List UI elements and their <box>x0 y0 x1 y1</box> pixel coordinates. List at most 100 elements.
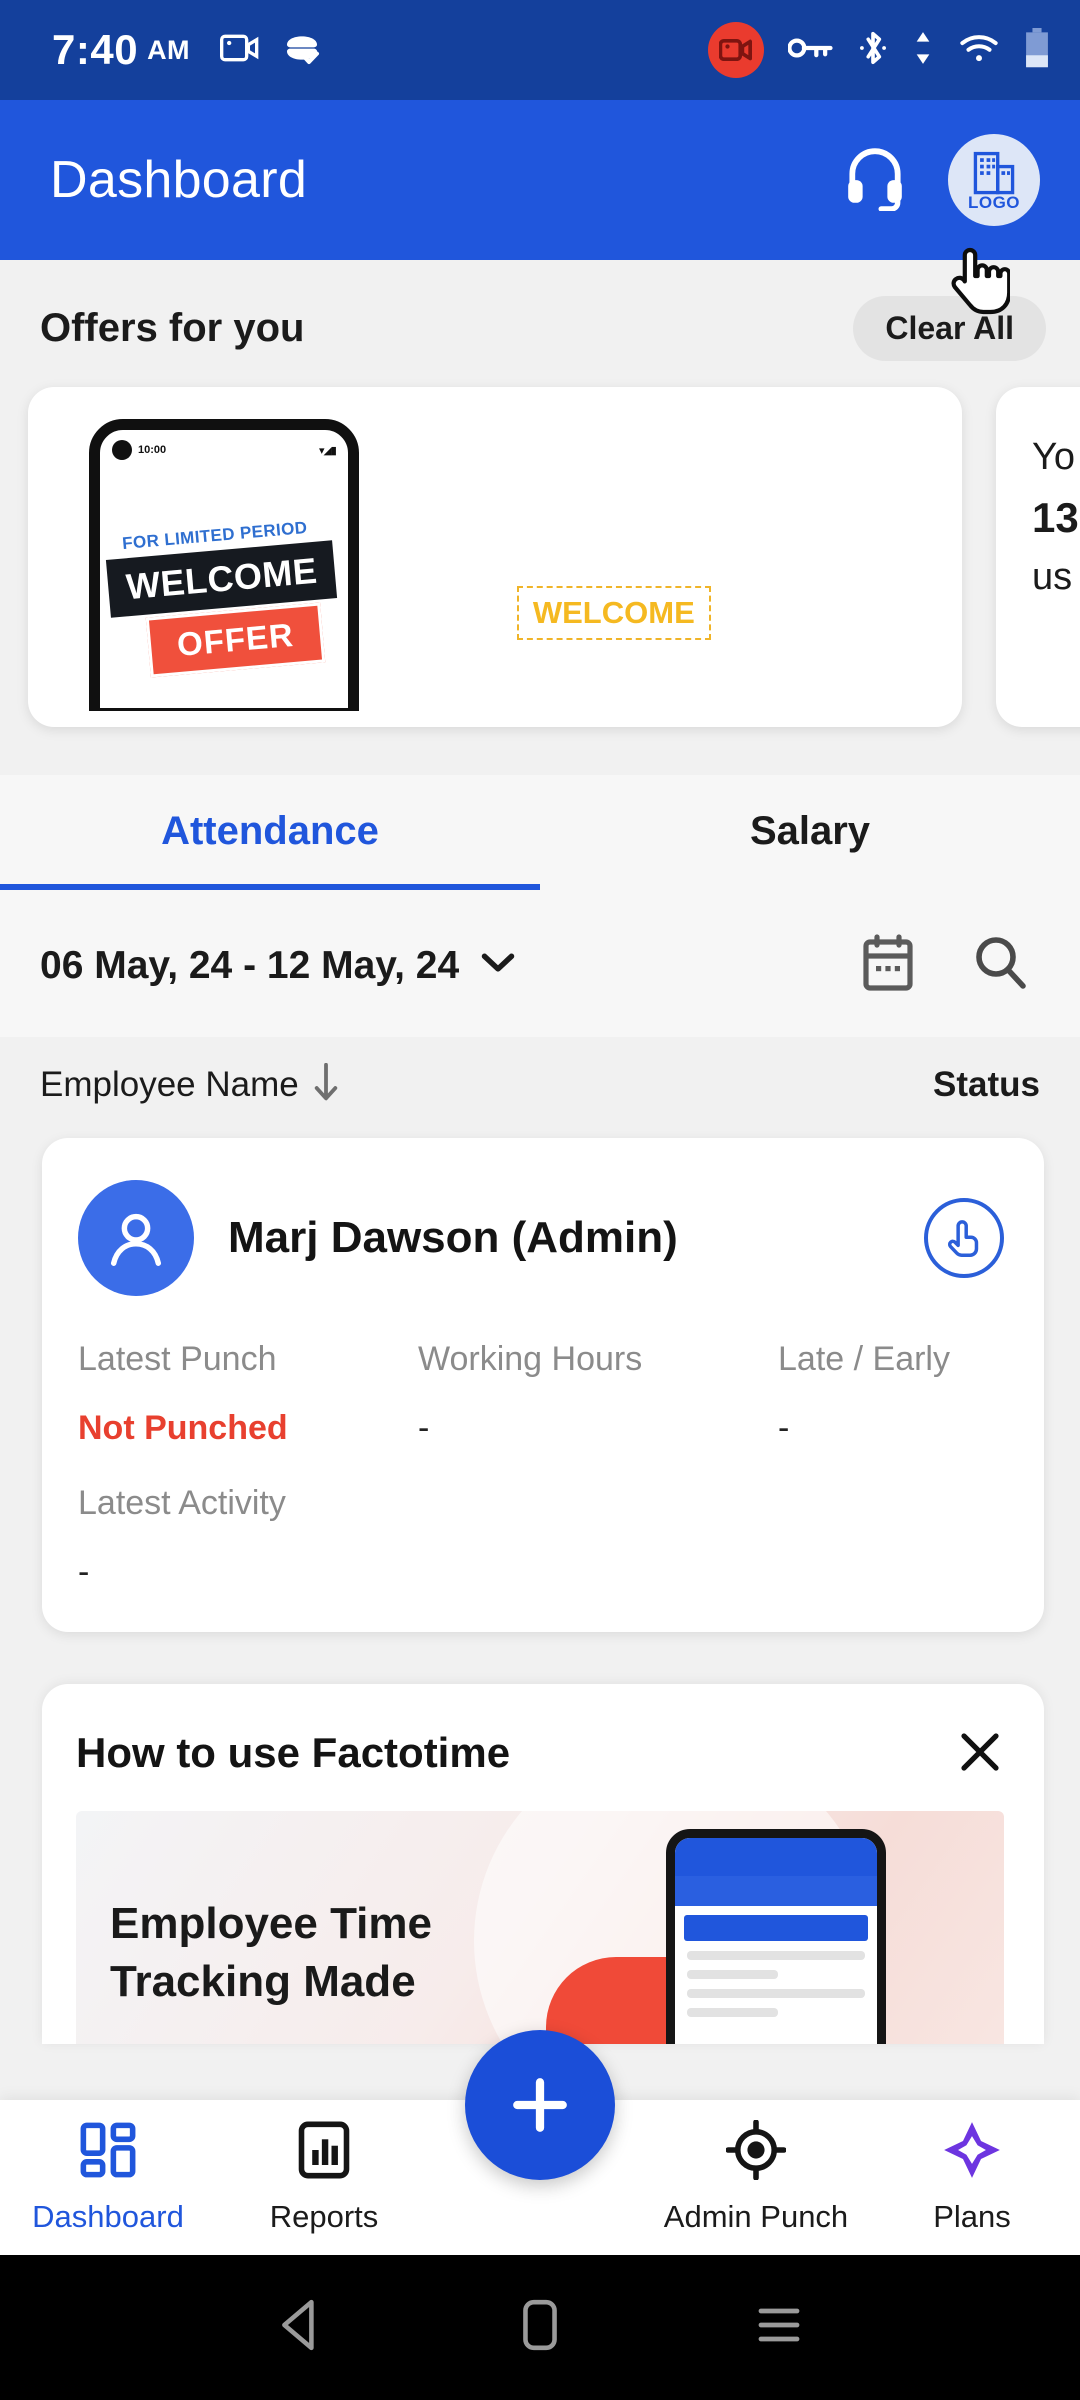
stat-late-early-label: Late / Early <box>778 1340 950 1378</box>
tab-attendance-label: Attendance <box>161 809 379 853</box>
table-header: Employee Name Status <box>0 1037 1080 1132</box>
stat-latest-activity-label: Latest Activity <box>78 1484 286 1522</box>
page-title: Dashboard <box>50 151 308 209</box>
stat-latest-punch-value: Not Punched <box>78 1409 288 1447</box>
diamond-sparkle-icon <box>942 2120 1002 2185</box>
mockup-searchbar <box>675 1876 877 1907</box>
status-system-icons <box>708 22 1050 78</box>
headset-icon[interactable] <box>844 145 906 216</box>
screen-record-icon <box>708 22 764 78</box>
how-to-use-header: How to use Factotime <box>76 1728 1004 1777</box>
offers-carousel[interactable]: 10:00 ▾◢▮ FOR LIMITED PERIOD WELCOME OFF… <box>0 361 1080 727</box>
tap-gesture-icon[interactable] <box>924 1198 1004 1278</box>
logo-label: LOGO <box>967 193 1021 212</box>
mock-phone-illustration: 10:00 ▾◢▮ FOR LIMITED PERIOD WELCOME OFF… <box>89 419 359 711</box>
bar-chart-icon <box>295 2120 353 2185</box>
calendar-icon[interactable] <box>860 934 916 997</box>
offer-use-label: Use <box>446 594 503 630</box>
date-range-value[interactable]: 06 May, 24 - 12 May, 24 <box>40 944 459 988</box>
status-bar: 7:40 AM <box>0 0 1080 100</box>
tab-salary-label: Salary <box>749 809 871 853</box>
data-transfer-icon <box>912 29 934 72</box>
employee-card[interactable]: Marj Dawson (Admin) Latest Punch Not Pun… <box>42 1138 1044 1632</box>
nav-item-dashboard[interactable]: Dashboard <box>0 2120 216 2235</box>
video-caption: Employee Time Tracking Made <box>110 1895 432 2011</box>
status-time: 7:40 <box>52 26 139 73</box>
offer-headline-line2: on Yearly Elite Plan <box>446 502 828 549</box>
stat-latest-activity-value: - <box>78 1553 90 1591</box>
battery-icon <box>1024 27 1050 73</box>
close-icon[interactable] <box>956 1728 1004 1777</box>
employee-stats: Latest Punch Not Punched Working Hours -… <box>78 1340 1004 1448</box>
employee-name: Marj Dawson (Admin) <box>228 1213 678 1262</box>
column-header-status: Status <box>933 1064 1040 1104</box>
app-bar-actions: LOGO <box>844 134 1040 226</box>
video-phone-mockup <box>666 1829 886 2044</box>
search-icon[interactable] <box>972 934 1028 997</box>
mock-phone-time: 10:00 <box>138 444 167 456</box>
back-triangle-icon[interactable] <box>276 2298 326 2357</box>
tab-attendance[interactable]: Attendance <box>0 775 540 890</box>
nav-item-plans[interactable]: Plans <box>864 2120 1080 2235</box>
nav-item-plans-label: Plans <box>933 2199 1011 2234</box>
stat-latest-punch-label: Latest Punch <box>78 1340 277 1378</box>
phone-screen: 7:40 AM Dashboard LOGO Offers for you Cl… <box>0 0 1080 2400</box>
stat-late-early-value: - <box>778 1409 790 1447</box>
mock-phone-status: 10:00 ▾◢▮ <box>100 430 348 460</box>
mockup-line <box>687 1970 778 1980</box>
date-row-actions <box>860 934 1028 997</box>
column-header-employee-name[interactable]: Employee Name <box>40 1065 299 1105</box>
offer-offer-label: OFFER <box>145 602 326 678</box>
offer-card-next[interactable]: Yo 13 us <box>996 387 1080 727</box>
mockup-line <box>687 1989 865 1999</box>
mockup-line <box>687 2008 778 2018</box>
company-logo-avatar[interactable]: LOGO <box>948 134 1040 226</box>
add-punch-fab[interactable] <box>465 2030 615 2180</box>
stat-working-hours: Working Hours - <box>418 1340 778 1448</box>
nav-item-reports[interactable]: Reports <box>216 2120 432 2235</box>
nav-item-reports-label: Reports <box>269 2199 379 2234</box>
how-to-use-video-thumbnail[interactable]: Employee Time Tracking Made <box>76 1811 1004 2044</box>
nav-item-admin-punch[interactable]: Admin Punch <box>648 2119 864 2235</box>
stat-working-hours-value: - <box>418 1409 430 1447</box>
mock-signal-icon: ▾◢▮ <box>318 444 337 457</box>
sort-descending-icon[interactable] <box>313 1062 339 1106</box>
mockup-line <box>687 1951 865 1961</box>
section-tabs: Attendance Salary <box>0 775 1080 890</box>
chevron-down-icon[interactable] <box>481 952 515 979</box>
wifi-icon <box>958 32 1000 69</box>
mock-camera-dot <box>112 440 132 460</box>
video-caption-line1: Employee Time <box>110 1899 432 1949</box>
offer-promo-row: Use WELCOME promo code <box>446 585 946 640</box>
status-notification-icons <box>220 31 322 70</box>
app-bar: Dashboard LOGO <box>0 100 1080 260</box>
video-notification-icon <box>220 33 260 68</box>
tab-salary[interactable]: Salary <box>540 775 1080 890</box>
offers-title: Offers for you <box>40 306 305 350</box>
offers-header: Offers for you Clear All <box>0 260 1080 361</box>
plus-icon <box>513 2078 567 2132</box>
offer2-line1: Yo <box>1032 436 1075 478</box>
stat-latest-punch: Latest Punch Not Punched <box>78 1340 418 1448</box>
offer-banner-text: Get One Month FREE on Yearly Elite Plan … <box>404 403 946 711</box>
status-ampm: AM <box>147 34 191 65</box>
offer-banner-artwork: 10:00 ▾◢▮ FOR LIMITED PERIOD WELCOME OFF… <box>44 403 404 711</box>
offer2-line3: us <box>1032 556 1073 598</box>
mockup-appbar <box>675 1838 877 1877</box>
recents-menu-icon[interactable] <box>754 2303 804 2352</box>
home-square-icon[interactable] <box>517 2298 563 2357</box>
avatar <box>78 1180 194 1296</box>
offer-card-welcome[interactable]: 10:00 ▾◢▮ FOR LIMITED PERIOD WELCOME OFF… <box>28 387 962 727</box>
scroll-content: Offers for you Clear All 10:00 ▾◢▮ FOR L… <box>0 260 1080 2110</box>
dashboard-grid-icon <box>78 2120 138 2185</box>
date-range-row: 06 May, 24 - 12 May, 24 <box>0 890 1080 1037</box>
android-navigation-bar <box>0 2255 1080 2400</box>
mockup-button <box>684 1915 868 1942</box>
target-icon <box>725 2119 787 2185</box>
how-to-use-title: How to use Factotime <box>76 1728 511 1776</box>
bluetooth-icon <box>858 29 888 72</box>
offer-promo-code: WELCOME <box>516 585 711 640</box>
how-to-use-card: How to use Factotime Employee Time Track… <box>42 1684 1044 2044</box>
stat-late-early: Late / Early - <box>778 1340 1004 1448</box>
stat-working-hours-label: Working Hours <box>418 1340 643 1378</box>
